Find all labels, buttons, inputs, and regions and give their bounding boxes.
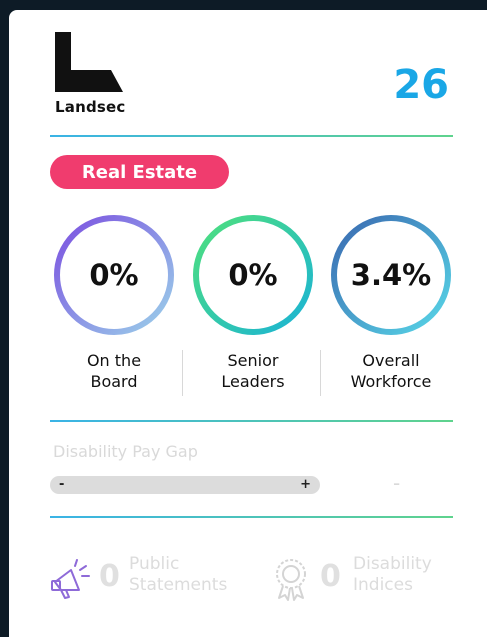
public-statements-label: Public Statements [129, 554, 227, 596]
public-statements-count: 0 [99, 559, 120, 594]
pay-gap-plus-label: + [300, 477, 311, 492]
disability-indices-label-line2: Indices [353, 575, 413, 595]
public-statements-label-line2: Statements [129, 575, 228, 595]
company-card: Landsec 26 Real Estate 0% 0% 3.4% On the… [9, 10, 487, 637]
metric-label-leaders: Senior Leaders [183, 350, 323, 392]
metric-label-workforce: Overall Workforce [321, 350, 461, 392]
metric-value-leaders: 0% [228, 258, 278, 292]
megaphone-icon [49, 556, 93, 602]
pay-gap-title: Disability Pay Gap [53, 442, 198, 461]
metric-label-workforce-line2: Workforce [350, 372, 432, 391]
metric-value-board: 0% [89, 258, 139, 292]
metric-label-board-line2: Board [90, 372, 138, 391]
metric-label-leaders-line2: Leaders [221, 372, 285, 391]
pay-gap-minus-label: - [59, 477, 65, 492]
logo-text: Landsec [55, 98, 126, 116]
pay-gap-bar: - + [50, 476, 320, 494]
metric-label-leaders-line1: Senior [227, 351, 279, 370]
divider-middle [50, 420, 453, 422]
disability-indices-label-line1: Disability [353, 554, 432, 574]
divider-top [50, 135, 453, 137]
award-rosette-icon [271, 556, 315, 602]
disability-indices-count: 0 [320, 559, 341, 594]
company-logo: Landsec [53, 30, 133, 120]
landsec-logo-icon [55, 32, 123, 92]
public-statements-label-line1: Public [129, 554, 180, 574]
metric-ring-leaders: 0% [190, 212, 316, 338]
divider-bottom [50, 516, 453, 518]
metric-ring-workforce: 3.4% [328, 212, 454, 338]
pay-gap-value: - [393, 471, 401, 495]
sector-badge: Real Estate [50, 155, 229, 189]
metric-label-board: On the Board [44, 350, 184, 392]
metric-ring-board: 0% [51, 212, 177, 338]
metric-label-workforce-line1: Overall [362, 351, 420, 370]
metric-label-board-line1: On the [86, 351, 142, 370]
disability-indices-label: Disability Indices [353, 554, 432, 596]
company-rank: 26 [393, 62, 449, 108]
metric-value-workforce: 3.4% [350, 258, 432, 292]
